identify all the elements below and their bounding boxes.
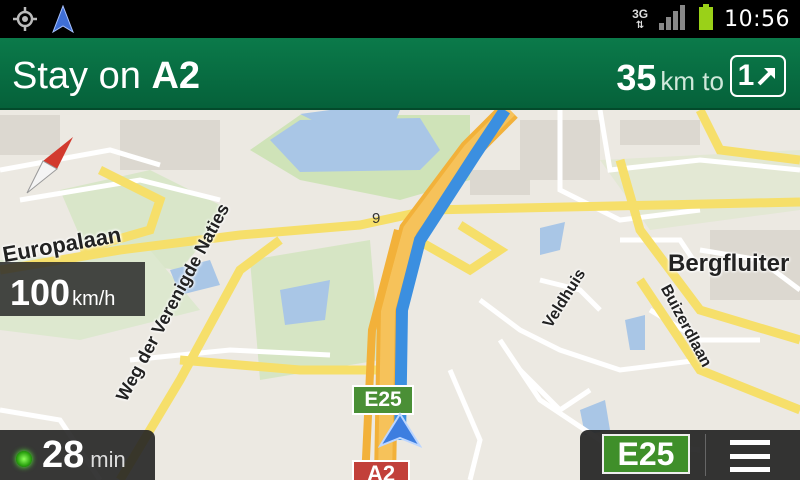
speed-limit-unit: km/h xyxy=(72,288,116,310)
exit-sign: 1 xyxy=(730,55,786,97)
battery-icon xyxy=(698,3,714,36)
clock: 10:56 xyxy=(724,7,790,32)
status-icons-left xyxy=(12,4,74,38)
road-info-button[interactable]: E25 xyxy=(602,434,690,474)
speed-limit-panel: 100 km/h xyxy=(0,262,145,316)
eta-value: 28 xyxy=(42,434,85,476)
status-bar: 3G ⇅ 10:56 xyxy=(0,0,800,38)
route-shield-a2: A2 xyxy=(352,460,410,480)
network-type: 3G xyxy=(632,6,649,21)
instruction-road: A2 xyxy=(151,55,201,97)
current-location-arrow-icon xyxy=(377,412,423,453)
data-transfer-icon: 3G ⇅ xyxy=(632,6,649,31)
eta-panel[interactable]: 28 min xyxy=(0,430,155,480)
speed-limit-value: 100 xyxy=(10,272,71,313)
instruction-prefix: Stay on xyxy=(12,55,141,97)
route-shield-e25: E25 xyxy=(352,385,414,415)
signal-icon xyxy=(658,3,688,36)
place-label-bergfluiter: Bergfluiter xyxy=(668,250,790,277)
instruction-text: Stay on A2 xyxy=(12,54,200,98)
turn-instruction-banner[interactable]: Stay on A2 35 km to 1 xyxy=(0,38,800,110)
controls-divider xyxy=(705,434,706,476)
distance-value: 35 xyxy=(616,57,657,98)
distance-unit: km to xyxy=(660,66,724,96)
gps-icon xyxy=(12,6,38,37)
status-icons-right: 3G ⇅ 10:56 xyxy=(632,3,790,36)
bottom-controls: E25 xyxy=(580,430,800,480)
menu-icon[interactable] xyxy=(730,440,770,472)
eta-unit: min xyxy=(90,447,126,472)
gps-status-icon xyxy=(16,451,32,467)
exit-number: 1 xyxy=(737,59,755,92)
map-exit-number: 9 xyxy=(372,210,381,227)
exit-arrow-icon xyxy=(757,68,776,86)
distance-to-next: 35 km to xyxy=(616,56,724,103)
navigation-icon xyxy=(52,4,74,38)
